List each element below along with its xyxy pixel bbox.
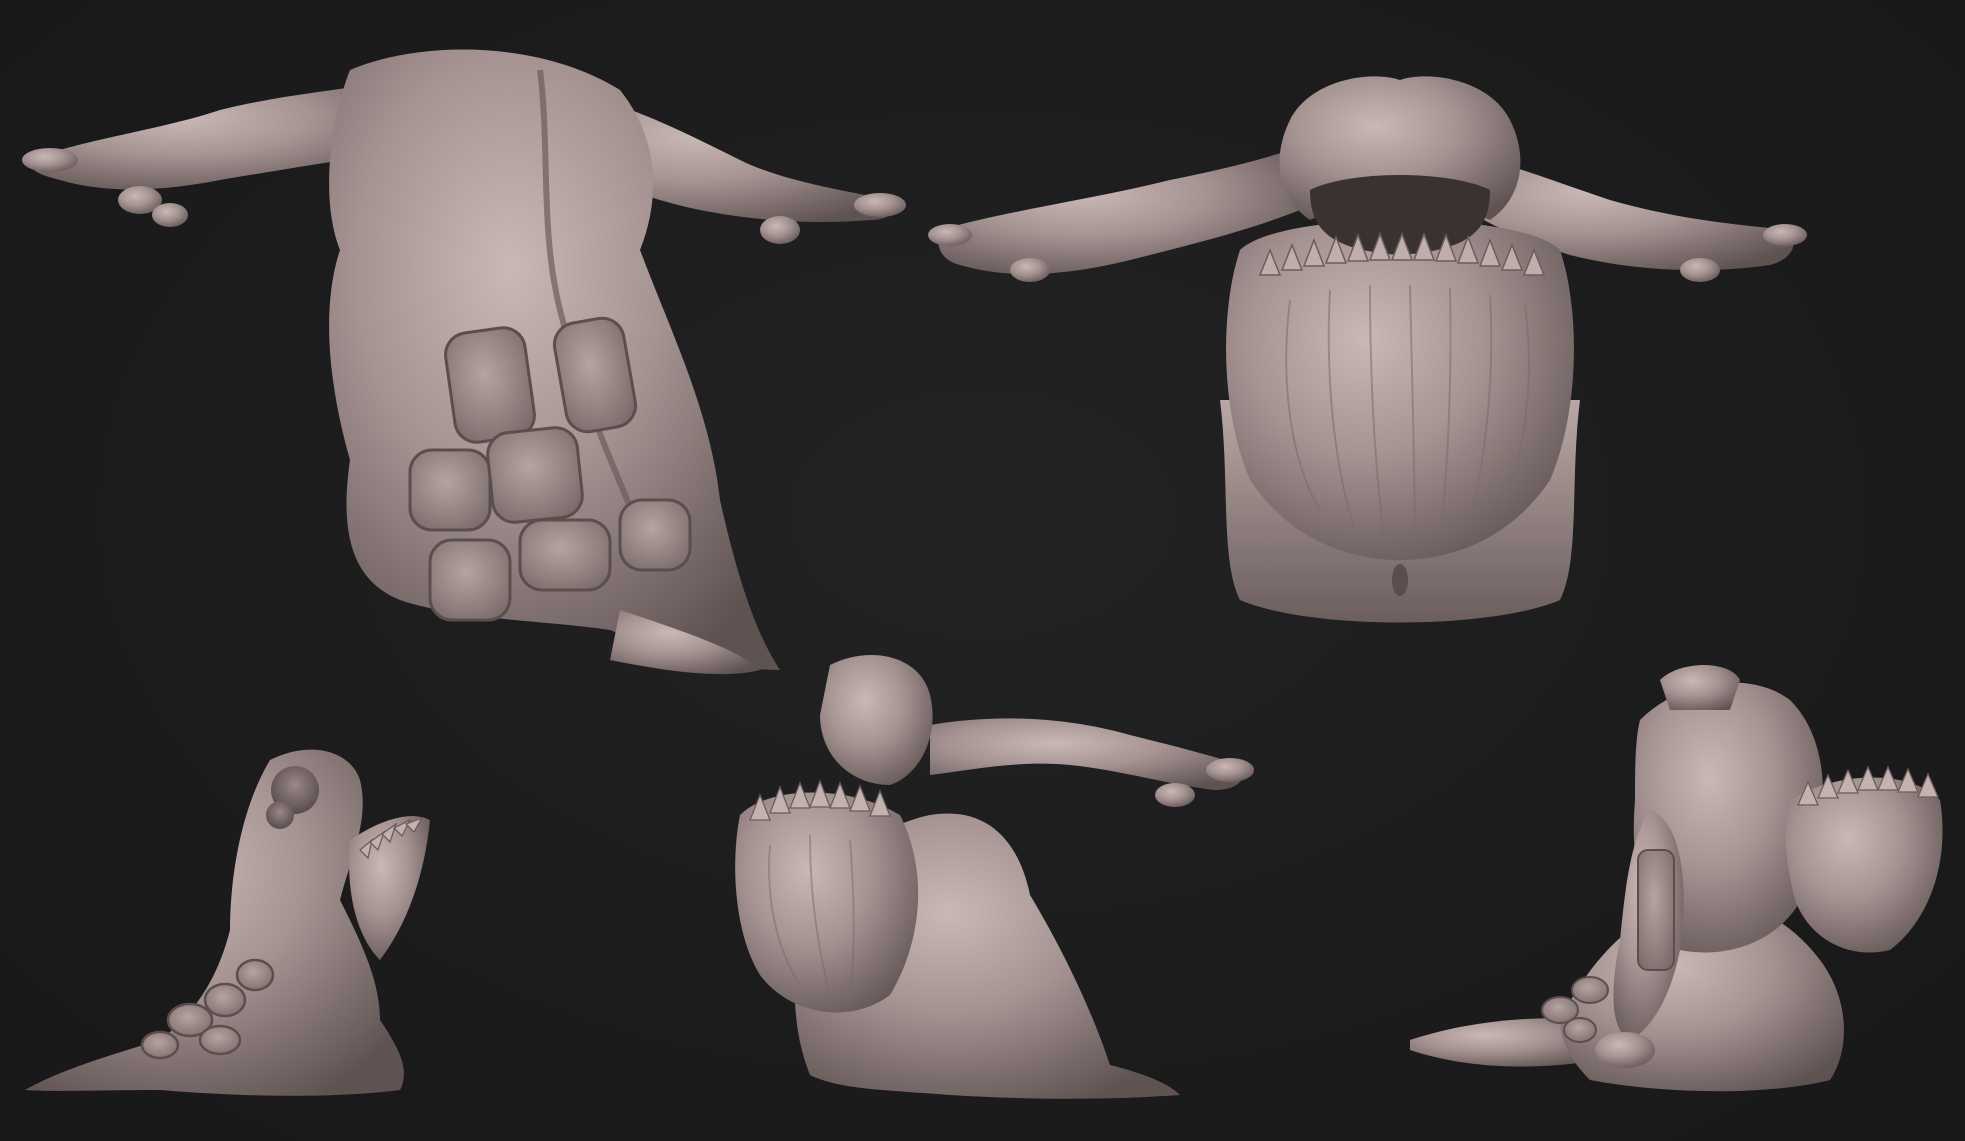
arm [930, 718, 1244, 790]
creature-front-figure [928, 76, 1807, 623]
front-view-open-mouth [928, 60, 1807, 630]
back-view [20, 30, 906, 675]
three-quarter-view [730, 645, 1270, 1105]
right-rear-view [1410, 660, 1950, 1100]
left-side-view [20, 720, 540, 1100]
head [820, 655, 933, 785]
sculpt-turnaround-canvas [0, 0, 1965, 1141]
creature-rear-figure [1410, 665, 1943, 1092]
creature-side-figure [25, 749, 430, 1096]
creature-three-quarter-figure [735, 655, 1254, 1099]
creature-back-figure [22, 49, 906, 675]
